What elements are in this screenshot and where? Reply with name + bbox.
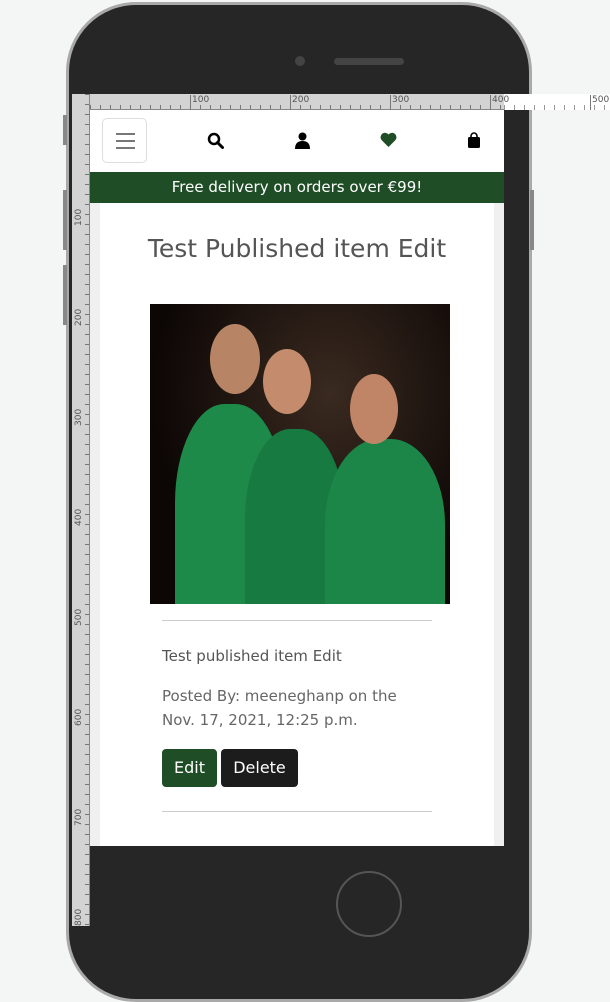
ruler-label: 100 (190, 95, 209, 110)
post-card: Test Published item Edit Test published … (100, 203, 494, 846)
ruler-label: 400 (490, 95, 509, 110)
speaker (334, 58, 404, 65)
ruler-label: 500 (74, 608, 84, 626)
post-meta-date: Nov. 17, 2021, 12:25 p.m. (162, 711, 358, 729)
free-delivery-banner: Free delivery on orders over €99! (90, 172, 504, 203)
ruler-label: 200 (74, 308, 84, 326)
post-meta: Posted By: meeneghanp on the Nov. 17, 20… (162, 684, 397, 732)
ruler-label: 300 (74, 408, 84, 426)
delete-button[interactable]: Delete (221, 749, 298, 787)
ruler-label: 400 (74, 508, 84, 526)
site-header (90, 110, 504, 172)
camera (295, 56, 305, 66)
home-button[interactable] (336, 871, 402, 937)
edit-button[interactable]: Edit (162, 749, 217, 787)
ruler-label: 200 (290, 95, 309, 110)
ruler-label: 700 (74, 808, 84, 826)
volume-up (63, 190, 67, 250)
divider (162, 811, 432, 812)
post-image (150, 304, 450, 604)
ruler-label: 600 (74, 708, 84, 726)
search-icon[interactable] (207, 132, 224, 153)
heart-icon[interactable] (380, 132, 397, 151)
ruler-label: 500 (590, 95, 609, 110)
post-meta-author: Posted By: meeneghanp on the (162, 687, 397, 705)
divider (162, 620, 432, 621)
vertical-ruler: 100 200 300 400 500 600 700 800 (72, 94, 90, 926)
post-title: Test Published item Edit (147, 234, 447, 263)
hamburger-menu-button[interactable] (102, 118, 147, 163)
shopping-bag-icon[interactable] (467, 132, 481, 153)
ruler-label: 300 (390, 95, 409, 110)
post-body: Test published item Edit (162, 647, 342, 665)
ruler-label: 100 (74, 208, 84, 226)
ruler-label: 800 (74, 908, 84, 926)
user-icon[interactable] (295, 132, 310, 153)
power-button (530, 190, 534, 250)
horizontal-ruler: 100 200 300 400 500 (90, 94, 610, 110)
volume-down (63, 265, 67, 325)
mute-switch (63, 115, 67, 145)
device-screen: Free delivery on orders over €99! Test P… (90, 110, 504, 846)
